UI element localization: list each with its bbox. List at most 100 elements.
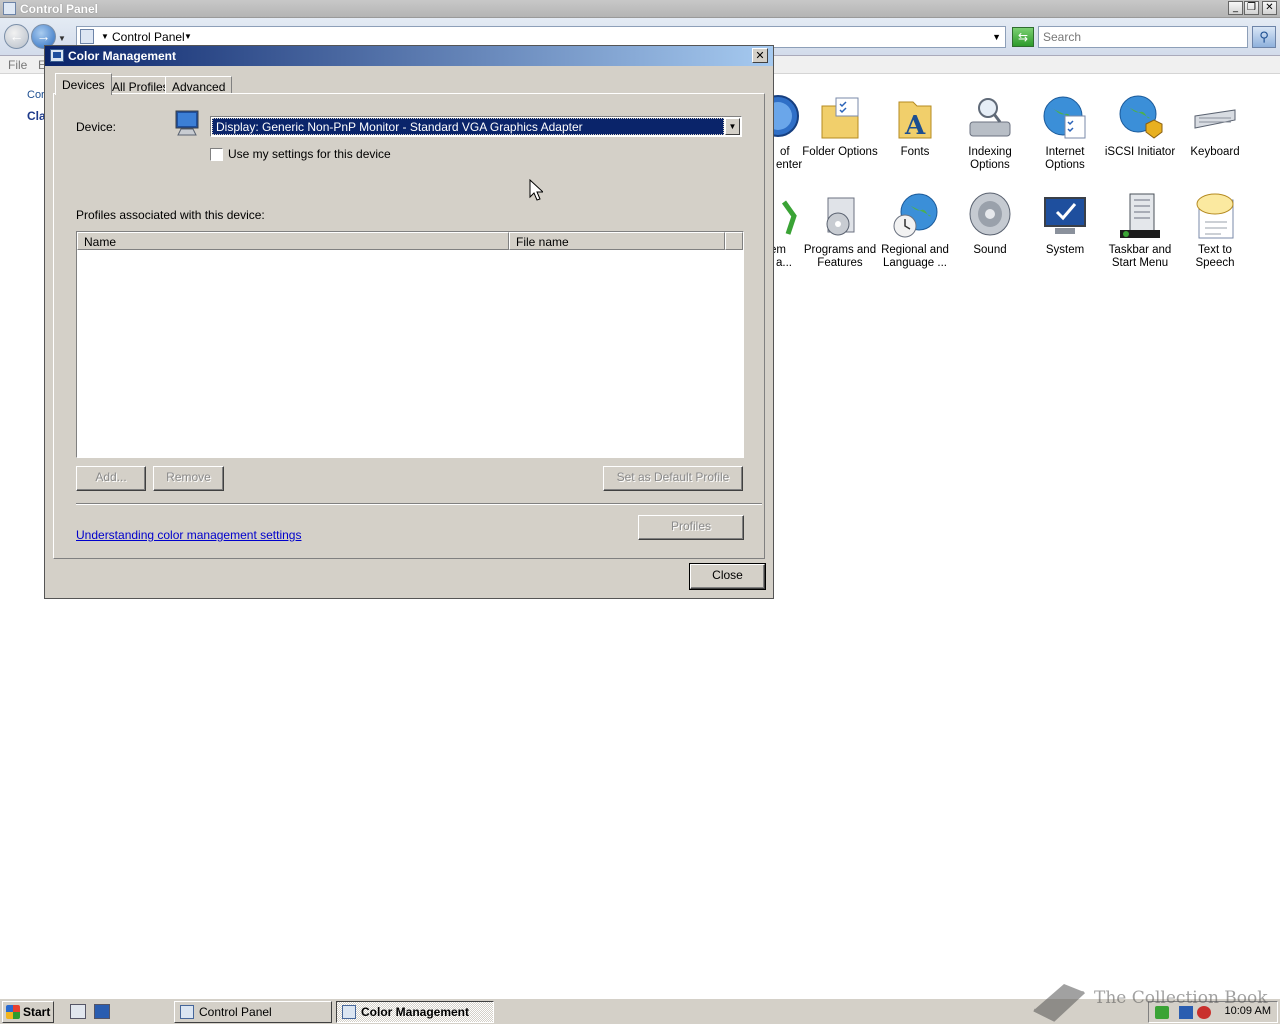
profiles-button[interactable]: Profiles [638,515,744,540]
use-my-settings-label[interactable]: Use my settings for this device [228,147,391,161]
taskbar-button-color-management[interactable]: Color Management [336,1001,494,1023]
taskbar-button-control-panel[interactable]: Control Panel [174,1001,332,1023]
cp-item-system[interactable]: System [1027,192,1103,257]
chevron-down-icon[interactable]: ▼ [725,118,740,135]
programs-and-features-icon [826,197,855,236]
cp-item-label: Regional and [881,244,949,256]
control-panel-icon [3,2,16,15]
address-breadcrumb[interactable]: Control Panel [112,30,185,44]
tab-devices[interactable]: Devices [55,73,112,95]
cp-item-label: Internet [1045,146,1085,158]
device-dropdown[interactable]: Display: Generic Non-PnP Monitor - Stand… [210,116,742,137]
server-manager-icon[interactable] [70,1004,86,1019]
cp-item-label: Text to [1198,244,1232,256]
device-selected-value: Display: Generic Non-PnP Monitor - Stand… [212,118,724,135]
folder-options-icon [821,97,859,139]
set-default-profile-button[interactable]: Set as Default Profile [603,466,743,491]
cp-item-label-line2: Language ... [883,257,947,269]
profiles-list-header: Name File name [77,232,743,250]
close-window-button[interactable]: ✕ [1262,1,1277,15]
cp-item-fonts[interactable]: A Fonts [877,94,953,159]
svg-text:A: A [904,111,926,141]
cp-item-label: Folder Options [802,146,878,158]
restore-button[interactable]: ❐ [1244,1,1259,15]
cp-item-label: iSCSI Initiator [1104,146,1176,158]
cp-item-label-line2: Start Menu [1111,257,1169,269]
column-header-name[interactable]: Name [77,232,509,250]
system-icon [1044,197,1086,234]
cp-item-keyboard[interactable]: Keyboard [1177,94,1253,159]
recent-pages-dropdown-icon[interactable]: ▼ [58,34,66,43]
show-desktop-icon[interactable] [94,1004,110,1019]
divider [76,503,762,505]
fonts-icon: A [898,101,932,141]
cp-item-taskbar-start-menu[interactable]: Taskbar and Start Menu [1102,192,1178,270]
cp-item-regional-language[interactable]: Regional and Language ... [877,192,953,270]
cp-item-label: Fonts [900,146,930,158]
regional-language-icon [893,193,938,238]
understanding-color-management-link[interactable]: Understanding color management settings [76,528,301,542]
cp-item-label-line2: Features [817,257,863,269]
start-label: Start [23,1005,51,1019]
cp-item-label: Keyboard [1190,146,1240,158]
keyboard-icon [1194,109,1236,129]
control-panel-address-icon [80,29,94,44]
dialog-title: Color Management [68,49,177,63]
search-input[interactable]: Search [1038,26,1248,48]
color-management-dialog: Color Management ✕ Devices All Profiles … [44,45,774,599]
cp-item-programs-and-features[interactable]: Programs and Features [802,192,878,270]
cp-item-label: Programs and [803,244,877,256]
control-panel-icon [180,1005,194,1019]
use-my-settings-checkbox[interactable] [210,148,223,161]
back-button[interactable]: ← [4,24,29,49]
dialog-titlebar[interactable]: Color Management ✕ [45,46,773,66]
minimize-button[interactable]: _ [1228,1,1243,15]
column-header-file-name[interactable]: File name [509,232,725,250]
monitor-icon [175,110,199,136]
taskbar-label: Color Management [361,1005,470,1019]
back-arrow-icon: ← [9,28,24,44]
device-label: Device: [76,120,117,134]
add-button[interactable]: Add... [76,466,146,491]
cp-item-indexing-options[interactable]: Indexing Options [952,94,1028,172]
address-separator-icon[interactable]: ▼ [101,32,109,41]
color-management-icon [342,1005,356,1019]
sound-icon [969,192,1011,236]
cp-item-label: System [1045,244,1085,256]
color-management-icon [50,49,64,62]
watermark: The Collection Book [1030,976,1280,1024]
cp-item-folder-options[interactable]: Folder Options [802,94,878,159]
start-button[interactable]: Start [2,1001,54,1023]
watermark-text: The Collection Book [1094,988,1268,1008]
cp-item-iscsi-initiator[interactable]: iSCSI Initiator [1102,94,1178,159]
control-panel-titlebar[interactable]: Control Panel _ ❐ ✕ [0,0,1280,18]
cp-item-label: Sound [973,244,1007,256]
breadcrumb-chevron-icon[interactable]: ▼ [184,32,192,41]
close-button[interactable]: Close [690,564,765,589]
taskbar-start-menu-icon [1120,193,1160,238]
address-dropdown-icon[interactable]: ▼ [992,32,1001,42]
cp-item-label-line2: Options [1045,159,1085,171]
cp-item-sound[interactable]: Sound [952,192,1028,257]
dialog-close-icon[interactable]: ✕ [752,48,768,63]
cp-item-internet-options[interactable]: Internet Options [1027,94,1103,172]
profiles-list[interactable]: Name File name [76,231,744,458]
column-header-filler [725,232,743,250]
text-to-speech-icon [1196,193,1234,239]
search-icon[interactable]: ⚲ [1252,26,1276,48]
cp-item-label: Indexing [968,146,1012,158]
sidebar-link-classic-view[interactable]: Cla [27,109,46,123]
cp-item-text-to-speech[interactable]: Text to Speech [1177,192,1253,270]
windows-logo-icon [6,1005,20,1019]
profiles-label: Profiles associated with this device: [76,208,265,222]
sidebar-link-home[interactable]: Cor [27,89,45,101]
refresh-button[interactable]: ⇆ [1012,27,1034,47]
menu-file[interactable]: File [8,58,27,72]
cp-item-label-line2: Options [970,159,1010,171]
remove-button[interactable]: Remove [153,466,224,491]
cp-item-label: Taskbar and [1108,244,1172,256]
indexing-options-icon [969,98,1011,137]
mouse-cursor-icon [529,179,543,201]
control-panel-title: Control Panel [20,2,99,16]
iscsi-initiator-icon [1119,95,1163,139]
